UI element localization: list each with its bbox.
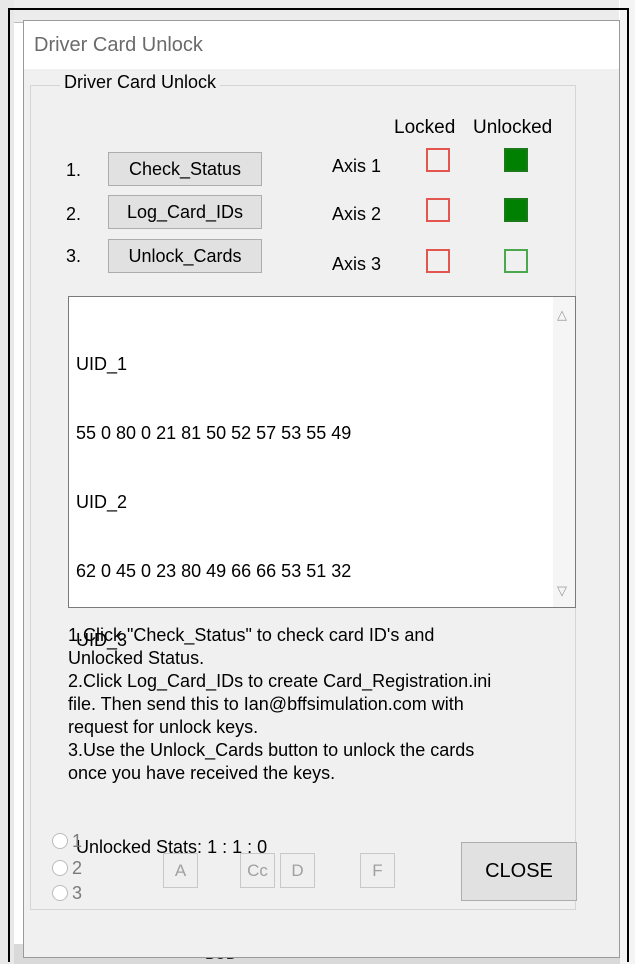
title-bar[interactable]: Driver Card Unlock [24, 21, 619, 69]
instruction-line: once you have received the keys. [68, 763, 336, 783]
axis-3-locked-indicator [426, 249, 450, 273]
step-number-1: 1. [66, 160, 82, 180]
radio-option-3[interactable]: 3 [52, 882, 82, 904]
axis-3-unlocked-indicator [504, 249, 528, 273]
output-line: 62 0 45 0 23 80 49 66 66 53 51 32 [76, 561, 352, 581]
axis-1-locked-indicator [426, 148, 450, 172]
radio-button[interactable] [52, 885, 68, 901]
output-line: 55 0 80 0 21 81 50 52 57 53 55 49 [76, 423, 352, 443]
chevron-down-icon[interactable]: ▽ [557, 583, 567, 599]
step-number-2: 2. [66, 204, 82, 224]
instruction-line: 3.Use the Unlock_Cards button to unlock … [68, 740, 475, 760]
radio-label: 3 [72, 882, 83, 903]
axis-2-locked-indicator [426, 198, 450, 222]
instruction-line: Unlocked Status. [68, 648, 205, 668]
instruction-line: 1.Click "Check_Status" to check card ID'… [68, 625, 435, 645]
d-button[interactable]: D [280, 853, 315, 888]
a-button[interactable]: A [163, 853, 198, 888]
instructions-text: 1.Click "Check_Status" to check card ID'… [68, 624, 568, 785]
radio-button[interactable] [52, 833, 68, 849]
cc-button[interactable]: Cc [240, 853, 275, 888]
axis-1-unlocked-indicator [504, 148, 528, 172]
check-status-button[interactable]: Check_Status [108, 152, 262, 186]
instruction-line: file. Then send this to Ian@bffsimulatio… [68, 694, 464, 714]
groupbox-legend: Driver Card Unlock [60, 72, 221, 93]
radio-label: 1 [72, 830, 83, 851]
radio-label: 2 [72, 857, 83, 878]
axis-1-label: Axis 1 [332, 156, 382, 176]
log-card-ids-button[interactable]: Log_Card_IDs [108, 195, 262, 229]
unlocked-header: Unlocked [473, 117, 553, 138]
unlock-cards-button[interactable]: Unlock_Cards [108, 239, 262, 273]
output-text: UID_1 55 0 80 0 21 81 50 52 57 53 55 49 … [76, 307, 351, 905]
radio-button[interactable] [52, 860, 68, 876]
window-title: Driver Card Unlock [34, 34, 203, 56]
radio-option-1[interactable]: 1 [52, 830, 82, 852]
background-app-right [620, 0, 635, 964]
textbox-scrollbar[interactable]: △ ▽ [553, 297, 575, 607]
output-line: UID_2 [76, 492, 128, 512]
step-number-3: 3. [66, 246, 82, 266]
output-textbox[interactable]: UID_1 55 0 80 0 21 81 50 52 57 53 55 49 … [68, 296, 576, 857]
output-line: UID_1 [76, 354, 128, 374]
close-button[interactable]: CLOSE [461, 842, 577, 901]
axis-2-unlocked-indicator [504, 198, 528, 222]
instruction-line: 2.Click Log_Card_IDs to create Card_Regi… [68, 671, 492, 691]
instruction-line: request for unlock keys. [68, 717, 259, 737]
chevron-up-icon[interactable]: △ [557, 307, 567, 323]
f-button[interactable]: F [360, 853, 395, 888]
radio-option-2[interactable]: 2 [52, 857, 82, 879]
axis-3-label: Axis 3 [332, 254, 382, 274]
axis-2-label: Axis 2 [332, 204, 382, 224]
background-app-left [0, 0, 14, 964]
locked-header: Locked [394, 117, 456, 138]
